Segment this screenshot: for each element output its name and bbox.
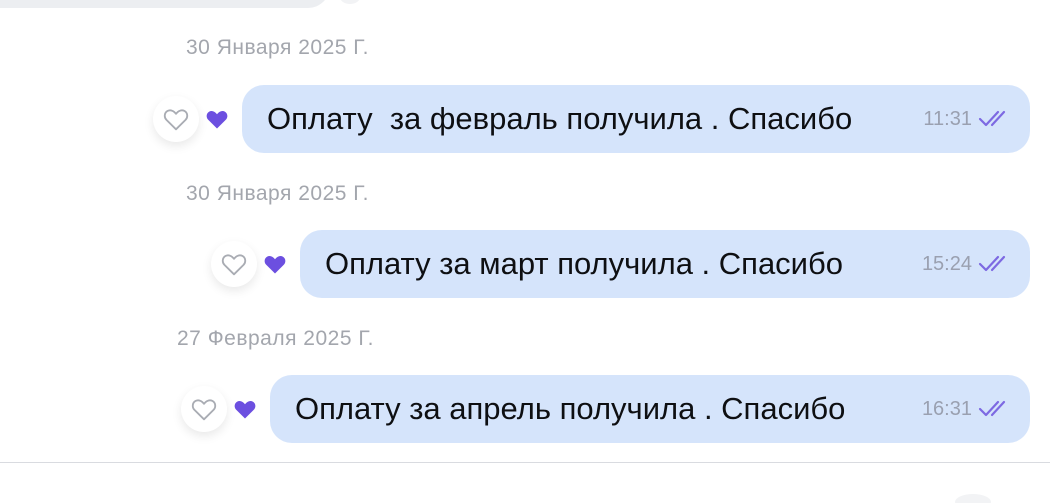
like-button[interactable] xyxy=(211,241,257,287)
message-meta: 15:24 xyxy=(922,253,1012,276)
heart-outline-icon xyxy=(191,399,217,421)
like-button[interactable] xyxy=(153,96,199,142)
double-check-icon xyxy=(978,255,1006,272)
chat-thread: 30 Января 2025 Г. Оплату за февраль полу… xyxy=(0,0,1050,503)
date-separator: 30 Января 2025 Г. xyxy=(186,36,369,59)
heart-outline-icon xyxy=(163,109,189,131)
heart-filled-icon xyxy=(234,401,256,419)
heart-reaction[interactable] xyxy=(231,396,259,422)
reaction-row xyxy=(181,386,259,432)
date-separator: 30 Января 2025 Г. xyxy=(186,182,369,205)
date-separator: 27 Февраля 2025 Г. xyxy=(177,327,375,350)
composer-divider xyxy=(0,462,1050,463)
message-time: 16:31 xyxy=(921,397,972,420)
heart-filled-icon xyxy=(264,256,286,274)
double-check-icon xyxy=(978,400,1006,417)
message-meta: 11:31 xyxy=(923,108,1012,131)
heart-outline-icon xyxy=(221,254,247,276)
message-time: 15:24 xyxy=(921,252,972,275)
message-time: 11:31 xyxy=(923,107,972,130)
message-bubble[interactable]: Оплату за март получила . Спасибо 15:24 xyxy=(300,230,1030,298)
double-check-icon xyxy=(978,110,1006,127)
message-bubble[interactable]: Оплату за февраль получила . Спасибо 11:… xyxy=(242,85,1030,153)
previous-message-edge xyxy=(0,0,330,8)
heart-filled-icon xyxy=(206,111,228,129)
heart-reaction[interactable] xyxy=(261,251,289,277)
heart-reaction[interactable] xyxy=(203,106,231,132)
reaction-row xyxy=(211,241,289,287)
like-button[interactable] xyxy=(181,386,227,432)
message-bubble[interactable]: Оплату за апрель получила . Спасибо 16:3… xyxy=(270,375,1030,443)
message-text: Оплату за февраль получила . Спасибо xyxy=(267,101,853,136)
message-meta: 16:31 xyxy=(922,398,1012,421)
message-text: Оплату за апрель получила . Спасибо xyxy=(295,391,846,426)
reaction-row xyxy=(153,96,231,142)
message-text: Оплату за март получила . Спасибо xyxy=(325,246,843,281)
composer-button-edge xyxy=(955,494,991,503)
previous-reaction-edge xyxy=(340,0,360,4)
